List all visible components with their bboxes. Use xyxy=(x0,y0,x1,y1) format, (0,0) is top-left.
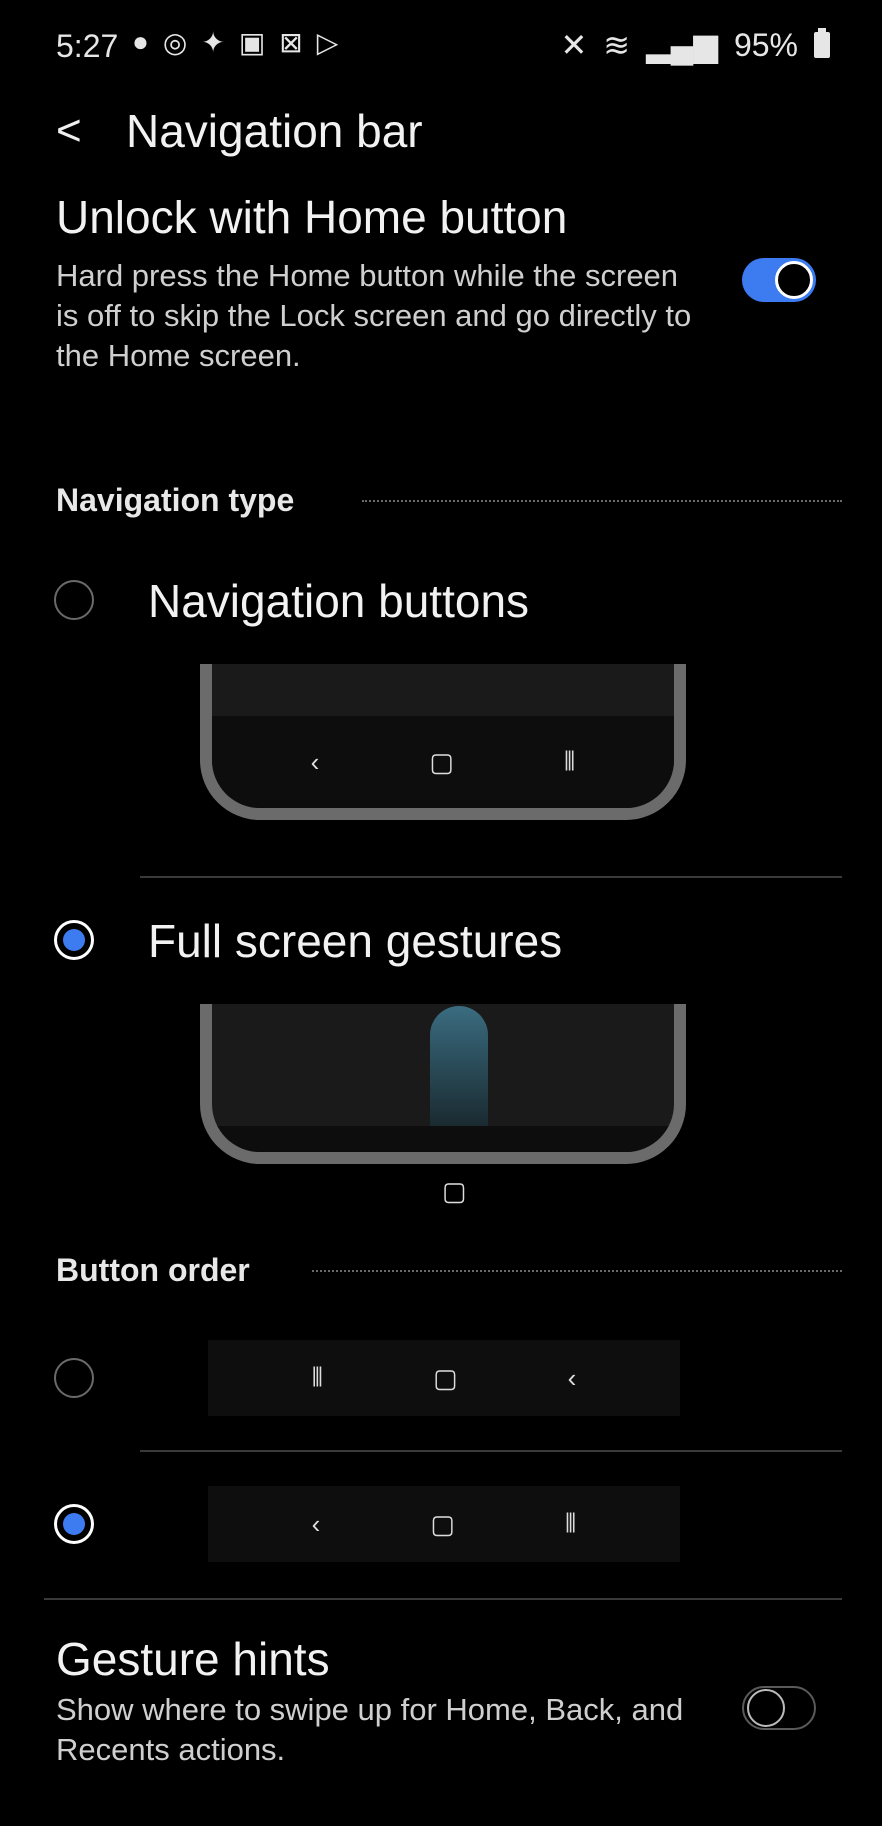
status-time: 5:27 xyxy=(56,28,119,64)
play-store-icon: ▷ xyxy=(316,27,339,58)
unlock-home-description: Hard press the Home button while the scr… xyxy=(56,258,692,373)
battery-percent: 95% xyxy=(733,26,798,63)
navigation-buttons-preview[interactable]: ‹ ▢ ⦀ xyxy=(200,664,686,820)
gesture-swipe-indicator xyxy=(430,1006,488,1126)
navigation-type-header: Navigation type xyxy=(56,482,295,518)
section-divider xyxy=(362,500,842,502)
gesture-hints-toggle[interactable] xyxy=(742,1686,816,1730)
twitter-icon: ✦ xyxy=(201,27,225,58)
toggle-knob xyxy=(747,1689,785,1727)
back-icon: ‹ xyxy=(567,1362,577,1393)
gesture-hints-description: Show where to swipe up for Home, Back, a… xyxy=(56,1692,684,1767)
close-box-icon: ⊠ xyxy=(279,27,303,58)
whatsapp-icon: ◎ xyxy=(162,27,188,58)
section-divider-line xyxy=(44,1598,842,1600)
button-order-header: Button order xyxy=(56,1252,250,1288)
home-icon: ▢ xyxy=(433,1362,458,1393)
unlock-home-toggle[interactable] xyxy=(742,258,816,302)
radio-button-order-1[interactable] xyxy=(54,1358,94,1398)
home-icon: ▢ xyxy=(429,746,454,777)
gesture-hints-title: Gesture hints xyxy=(56,1633,330,1685)
toggle-knob xyxy=(775,261,813,299)
recents-icon: ⦀ xyxy=(311,1362,324,1392)
mute-icon: ✕ xyxy=(560,27,588,63)
signal-icon: ▂▄▆ xyxy=(646,27,718,63)
navigation-buttons-label[interactable]: Navigation buttons xyxy=(148,574,529,628)
home-icon: ▢ xyxy=(442,1176,467,1206)
option-divider xyxy=(140,876,842,878)
notification-icons: ● ◎ ✦ ▣ ⊠ ▷ xyxy=(132,26,338,59)
page-title: Navigation bar xyxy=(126,105,423,157)
radio-navigation-buttons[interactable] xyxy=(54,580,94,620)
gallery-icon: ▣ xyxy=(238,27,266,58)
back-button[interactable]: < xyxy=(56,106,82,156)
recents-icon: ⦀ xyxy=(564,1508,577,1538)
back-icon: ‹ xyxy=(310,746,320,777)
home-icon: ▢ xyxy=(430,1508,455,1539)
preview-nav-row: ‹ ▢ ⦀ xyxy=(212,716,674,808)
status-right: ✕ ≋ ▂▄▆ 95% xyxy=(560,26,830,64)
button-order-option-2[interactable]: ‹ ▢ ⦀ xyxy=(208,1486,680,1562)
recents-icon: ⦀ xyxy=(563,746,576,776)
radio-full-screen-gestures[interactable] xyxy=(54,920,94,960)
preview-bottom xyxy=(212,1126,674,1152)
button-order-option-1[interactable]: ⦀ ▢ ‹ xyxy=(208,1340,680,1416)
full-screen-gestures-label[interactable]: Full screen gestures xyxy=(148,914,562,968)
back-icon: ‹ xyxy=(311,1508,321,1539)
wifi-icon: ≋ xyxy=(603,27,631,63)
radio-button-order-2[interactable] xyxy=(54,1504,94,1544)
full-screen-gestures-preview[interactable] xyxy=(200,1004,686,1164)
option-divider xyxy=(140,1450,842,1452)
section-divider xyxy=(312,1270,842,1272)
messenger-icon: ● xyxy=(132,26,149,57)
unlock-home-title: Unlock with Home button xyxy=(56,200,568,238)
battery-icon xyxy=(814,28,830,58)
